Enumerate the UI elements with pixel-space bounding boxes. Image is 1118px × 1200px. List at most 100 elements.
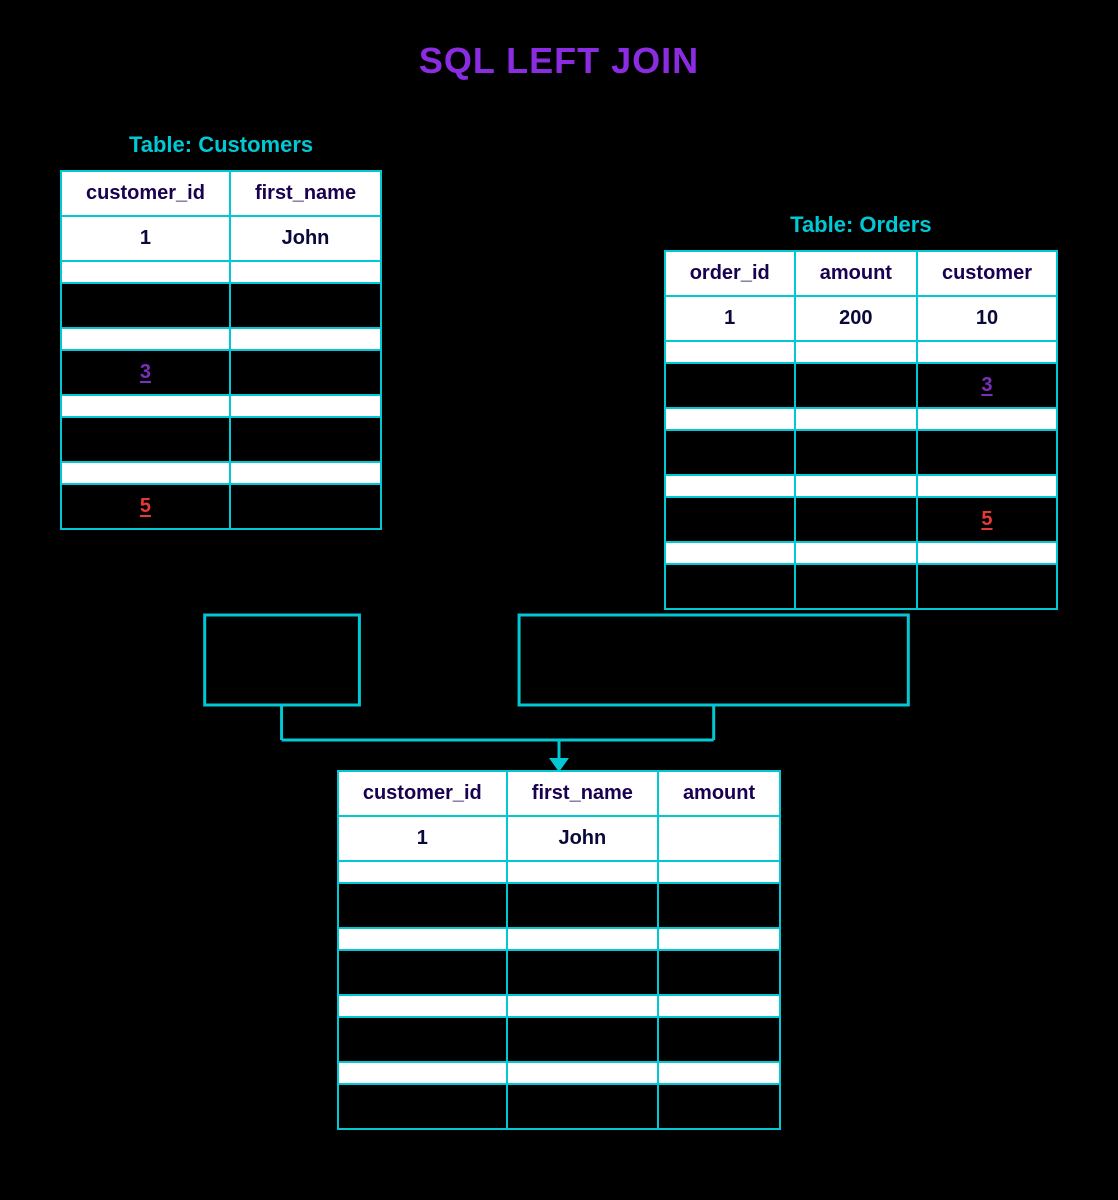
table-row [61, 328, 381, 350]
cell-first-name: Betty [230, 484, 381, 529]
cell-first-name: John [230, 216, 381, 261]
result-cell-amount [658, 995, 780, 1017]
cell-order-id [665, 341, 795, 363]
result-cell-id [338, 995, 507, 1017]
cell-customer [917, 475, 1057, 497]
cell-customer: 8 [917, 564, 1057, 609]
highlight-3-orders-purple: 3 [981, 374, 992, 396]
cell-amount: 500 [795, 363, 917, 408]
result-cell-id: 5 [338, 1084, 507, 1129]
orders-table-label: Table: Orders [664, 212, 1058, 238]
cell-order-id [665, 408, 795, 430]
connector-section [60, 610, 1058, 770]
table-row [338, 1062, 780, 1084]
result-cell-name: John [507, 816, 658, 861]
cell-customer-id [61, 328, 230, 350]
cell-amount [795, 408, 917, 430]
orders-col-amount: amount [795, 251, 917, 296]
result-cell-name [507, 928, 658, 950]
highlight-5-red: 5 [140, 495, 151, 517]
cell-amount: 150 [795, 564, 917, 609]
table-row [665, 542, 1057, 564]
result-cell-name: John [507, 1017, 658, 1062]
result-cell-id [338, 1062, 507, 1084]
result-table-wrapper: customer_id first_name amount 1 John 2 [337, 770, 781, 1130]
table-row [338, 928, 780, 950]
table-row: 3 David [61, 350, 381, 395]
customers-table: customer_id first_name 1 John 2 Robert [60, 170, 382, 530]
table-row [61, 462, 381, 484]
result-cell-amount [658, 883, 780, 928]
table-row: 1 200 10 [665, 296, 1057, 341]
cell-customer: 3 [917, 363, 1057, 408]
orders-col-customer: customer [917, 251, 1057, 296]
highlight-3-purple: 3 [140, 361, 151, 383]
table-row: 4 800 5 [665, 497, 1057, 542]
customers-table-label: Table: Customers [60, 132, 382, 158]
cell-first-name [230, 328, 381, 350]
table-row: 2 Robert [61, 283, 381, 328]
customers-col-name: first_name [230, 171, 381, 216]
table-row [61, 261, 381, 283]
result-col-name: first_name [507, 771, 658, 816]
cell-customer [917, 408, 1057, 430]
customers-col-id: customer_id [61, 171, 230, 216]
cell-customer-id [61, 462, 230, 484]
result-cell-id: 4 [338, 1017, 507, 1062]
table-row [665, 475, 1057, 497]
result-cell-name: Betty [507, 1084, 658, 1129]
table-row [61, 395, 381, 417]
result-section: customer_id first_name amount 1 John 2 [0, 770, 1118, 1190]
cell-customer-id [61, 261, 230, 283]
result-cell-id: 1 [338, 816, 507, 861]
result-cell-name: Robert [507, 883, 658, 928]
result-cell-amount [658, 1062, 780, 1084]
table-row: 2 500 3 [665, 363, 1057, 408]
result-cell-name: David [507, 950, 658, 995]
orders-table: order_id amount customer 1 200 10 2 [664, 250, 1058, 610]
cell-first-name: David [230, 350, 381, 395]
table-row [338, 995, 780, 1017]
table-row: 5 150 8 [665, 564, 1057, 609]
result-cell-name [507, 1062, 658, 1084]
cell-amount [795, 475, 917, 497]
result-cell-id [338, 928, 507, 950]
orders-col-id: order_id [665, 251, 795, 296]
table-row: 4 John [61, 417, 381, 462]
cell-customer: 10 [917, 296, 1057, 341]
cell-first-name [230, 395, 381, 417]
result-cell-name [507, 861, 658, 883]
cell-order-id: 3 [665, 430, 795, 475]
table-row: 3 300 6 [665, 430, 1057, 475]
cell-amount [795, 542, 917, 564]
table-row [665, 408, 1057, 430]
cell-first-name: Robert [230, 283, 381, 328]
table-row [665, 341, 1057, 363]
result-cell-id: 3 [338, 950, 507, 995]
result-cell-id [338, 861, 507, 883]
table-row: 2 Robert [338, 883, 780, 928]
cell-order-id [665, 475, 795, 497]
cell-amount: 800 [795, 497, 917, 542]
result-cell-amount: 500 [658, 950, 780, 995]
result-cell-amount [658, 861, 780, 883]
table-row: 5 Betty 800 [338, 1084, 780, 1129]
cell-customer: 6 [917, 430, 1057, 475]
cell-first-name [230, 462, 381, 484]
cell-amount: 300 [795, 430, 917, 475]
cell-first-name [230, 261, 381, 283]
tables-section: Table: Customers customer_id first_name … [0, 132, 1118, 610]
cell-order-id: 4 [665, 497, 795, 542]
result-cell-amount: 800 [658, 1084, 780, 1129]
cell-customer: 5 [917, 497, 1057, 542]
table-row: 1 John [61, 216, 381, 261]
result-cell-id: 2 [338, 883, 507, 928]
connector-svg [60, 610, 1058, 770]
cell-customer-id: 5 [61, 484, 230, 529]
cell-customer [917, 542, 1057, 564]
result-cell-amount [658, 928, 780, 950]
table-row [338, 861, 780, 883]
cell-order-id [665, 542, 795, 564]
result-col-id: customer_id [338, 771, 507, 816]
result-cell-name [507, 995, 658, 1017]
